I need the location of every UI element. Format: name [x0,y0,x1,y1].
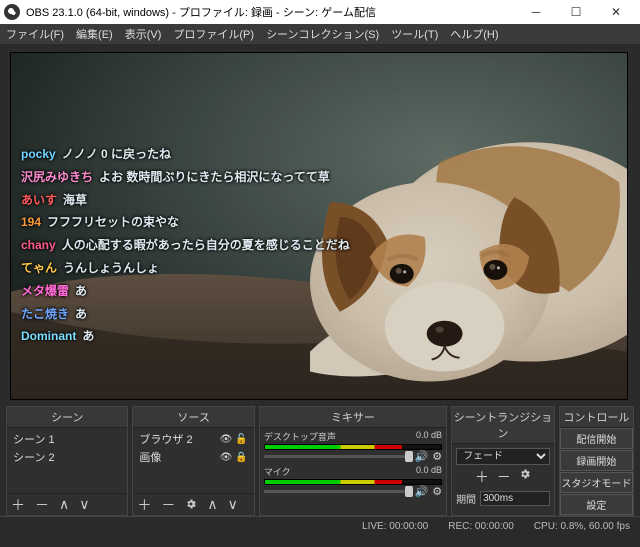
channel-settings-icon[interactable]: ⚙ [432,485,442,498]
chat-row: Dominant あ [21,325,367,348]
menu-tool[interactable]: ツール(T) [391,26,438,42]
source-name: 画像 [139,449,161,465]
add-scene-button[interactable]: ＋ [11,495,25,515]
mixer-panel: ミキサー デスクトップ音声0.0 dB 🔊⚙マイク0.0 dB 🔊⚙ [259,406,447,516]
add-source-button[interactable]: ＋ [137,495,151,515]
chat-nick: メタ爆雷 [21,284,69,298]
speaker-icon[interactable]: 🔊 [414,485,428,498]
menu-profile[interactable]: プロファイル(P) [173,26,254,42]
transitions-panel: シーントランジション フェード ＋ － 期間 [451,406,555,516]
statusbar: LIVE: 00:00:00 REC: 00:00:00 CPU: 0.8%, … [0,516,640,536]
chat-message: よお 数時間ぶりにきたら相沢になってて草 [99,170,330,184]
preview-canvas[interactable]: pocky ノノノ 0 に戻ったね沢尻みゆきちよお 数時間ぶりにきたら相沢になって… [10,52,628,400]
chat-row: メタ爆雷あ [21,280,367,303]
control-button[interactable]: 録画開始 [560,450,633,471]
lock-icon[interactable]: 🔒 [235,452,247,463]
transitions-header: シーントランジション [452,407,554,444]
eye-icon[interactable]: 👁 [220,452,233,463]
duration-input[interactable] [480,491,550,506]
source-up-button[interactable]: ∧ [207,496,217,513]
scene-item[interactable]: シーン 1 [11,430,123,448]
source-down-button[interactable]: ∨ [228,496,238,513]
minimize-button[interactable]: ─ [516,0,556,24]
lock-icon[interactable]: 🔓 [235,434,247,445]
titlebar: OBS 23.1.0 (64-bit, windows) - プロファイル: 録… [0,0,640,24]
chat-message: フフフリセットの束やな [47,215,179,229]
chat-row: あいす海草 [21,189,367,212]
source-item[interactable]: 画像 👁🔒 [137,448,249,466]
volume-slider[interactable]: 🔊⚙ [264,451,442,461]
transition-select[interactable]: フェード [456,448,550,465]
scenes-header: シーン [7,407,127,428]
controls-header: コントロール [560,407,633,428]
chat-nick: pocky [21,147,56,161]
eye-icon[interactable]: 👁 [220,434,233,445]
chat-row: てゃんうんしょうんしょ [21,257,367,280]
menu-edit[interactable]: 編集(E) [76,26,113,42]
chat-message: あ [82,329,94,343]
chat-row: pocky ノノノ 0 に戻ったね [21,143,367,166]
mixer-db: 0.0 dB [416,465,442,478]
obs-logo-icon [4,4,20,20]
mixer-db: 0.0 dB [416,430,442,443]
source-name: ブラウザ 2 [139,431,192,447]
status-rec: REC: 00:00:00 [448,521,514,532]
menu-file[interactable]: ファイル(F) [6,26,64,42]
menu-scene-collection[interactable]: シーンコレクション(S) [266,26,379,42]
controls-panel: コントロール 配信開始録画開始スタジオモード設定終了 [559,406,634,516]
menubar: ファイル(F) 編集(E) 表示(V) プロファイル(P) シーンコレクション(… [0,24,640,44]
chat-message: 人の心配する暇があったら自分の夏を感じることだね [62,238,350,252]
close-button[interactable]: ✕ [596,0,636,24]
scene-down-button[interactable]: ∨ [79,496,89,513]
scene-up-button[interactable]: ∧ [59,496,69,513]
chat-row: chany 人の心配する暇があったら自分の夏を感じることだね [21,234,367,257]
chat-nick: 沢尻みゆきち [21,170,93,184]
chat-message: ノノノ 0 に戻ったね [62,147,171,161]
source-settings-button[interactable] [185,497,197,513]
control-button[interactable]: 配信開始 [560,428,633,449]
chat-message: 海草 [63,193,87,207]
speaker-icon[interactable]: 🔊 [414,450,428,463]
source-item[interactable]: ブラウザ 2 👁🔓 [137,430,249,448]
add-transition-button[interactable]: ＋ [475,467,489,487]
chat-nick: たこ焼き [21,307,69,321]
duration-label: 期間 [456,491,476,506]
sources-header: ソース [133,407,253,428]
chat-row: 194 フフフリセットの束やな [21,211,367,234]
status-cpu: CPU: 0.8%, 60.00 fps [534,521,630,532]
mixer-channel: デスクトップ音声0.0 dB 🔊⚙ [264,430,442,461]
chat-nick: てゃん [21,261,57,275]
remove-scene-button[interactable]: － [35,495,49,515]
window-title: OBS 23.1.0 (64-bit, windows) - プロファイル: 録… [26,4,516,20]
chat-nick: あいす [21,193,57,207]
maximize-button[interactable]: ☐ [556,0,596,24]
remove-transition-button[interactable]: － [497,467,511,487]
chat-row: 沢尻みゆきちよお 数時間ぶりにきたら相沢になってて草 [21,166,367,189]
chat-nick: Dominant [21,329,76,343]
mixer-channel: マイク0.0 dB 🔊⚙ [264,465,442,496]
chat-nick: chany [21,238,56,252]
menu-view[interactable]: 表示(V) [125,26,162,42]
scene-item[interactable]: シーン 2 [11,448,123,466]
mixer-name: マイク [264,465,291,478]
mixer-header: ミキサー [260,407,446,428]
volume-slider[interactable]: 🔊⚙ [264,486,442,496]
scenes-panel: シーン シーン 1シーン 2 ＋ － ∧ ∨ [6,406,128,516]
chat-message: あ [75,307,87,321]
sources-panel: ソース ブラウザ 2 👁🔓 画像 👁🔒 ＋ － ∧ ∨ [132,406,254,516]
control-button[interactable]: スタジオモード [560,472,633,493]
channel-settings-icon[interactable]: ⚙ [432,450,442,463]
transition-settings-button[interactable] [519,467,531,487]
chat-overlay: pocky ノノノ 0 に戻ったね沢尻みゆきちよお 数時間ぶりにきたら相沢になって… [21,143,367,348]
chat-row: たこ焼きあ [21,303,367,326]
chat-nick: 194 [21,215,41,229]
chat-message: うんしょうんしょ [63,261,159,275]
chat-message: あ [75,284,87,298]
mixer-name: デスクトップ音声 [264,430,336,443]
remove-source-button[interactable]: － [161,495,175,515]
menu-help[interactable]: ヘルプ(H) [450,26,498,42]
status-live: LIVE: 00:00:00 [362,521,428,532]
control-button[interactable]: 設定 [560,494,633,515]
